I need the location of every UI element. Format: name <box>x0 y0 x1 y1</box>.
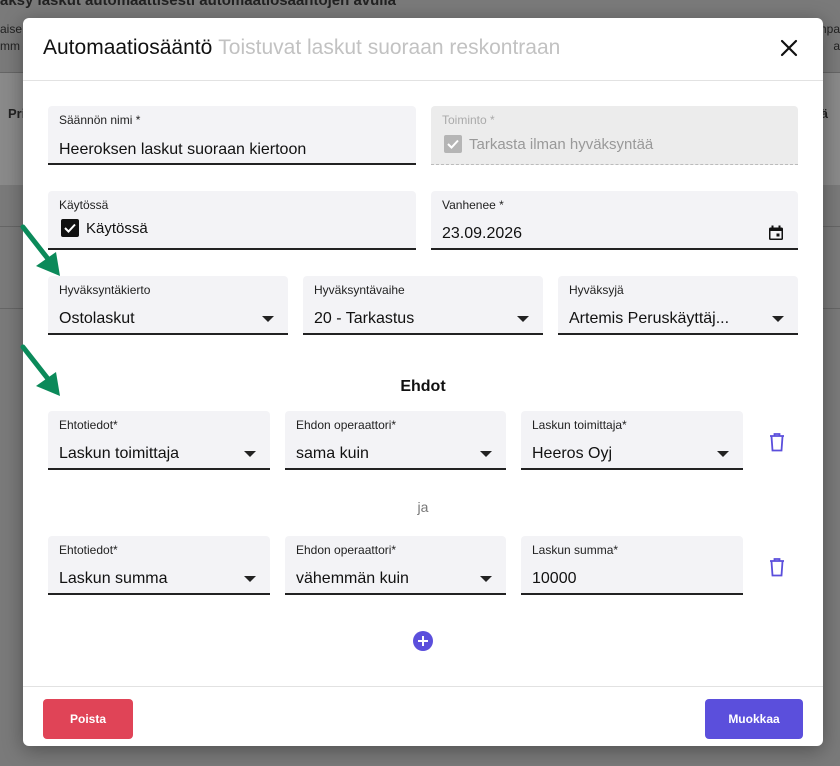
condition-value-value: 10000 <box>532 570 577 587</box>
condition-operator-select[interactable]: Ehdon operaattori* vähemmän kuin <box>285 536 506 595</box>
condition-field-select[interactable]: Ehtotiedot* Laskun summa <box>48 536 270 595</box>
trash-icon[interactable] <box>768 432 786 452</box>
approver-value: Artemis Peruskäyttäj... <box>569 310 730 327</box>
condition-field-value: Laskun toimittaja <box>59 445 180 462</box>
expires-date-field[interactable]: Vanhenee * 23.09.2026 <box>431 191 798 250</box>
background-text: mm <box>0 39 20 53</box>
enabled-checkbox-label: Käytössä <box>86 220 148 237</box>
delete-button[interactable]: Poista <box>43 699 133 739</box>
condition-value-value: Heeros Oyj <box>532 445 613 462</box>
rule-name-label: Säännön nimi * <box>59 113 141 127</box>
dialog-title: Automaatiosääntö Toistuvat laskut suoraan… <box>43 36 560 60</box>
condition-value-label: Laskun toimittaja* <box>532 418 627 432</box>
calendar-icon[interactable] <box>768 225 784 241</box>
dialog-footer: Poista Muokkaa <box>23 686 823 746</box>
background-heading: äksy laskut automaattisesti automaatiosä… <box>0 0 396 9</box>
expires-value: 23.09.2026 <box>442 225 523 242</box>
condition-operator-select[interactable]: Ehdon operaattori* sama kuin <box>285 411 506 470</box>
rule-name-value: Heeroksen laskut suoraan kiertoon <box>59 141 307 158</box>
approval-step-label: Hyväksyntävaihe <box>314 283 405 297</box>
action-checkbox-label: Tarkasta ilman hyväksyntää <box>469 136 654 153</box>
chevron-down-icon <box>262 316 274 322</box>
condition-field-select[interactable]: Ehtotiedot* Laskun toimittaja <box>48 411 270 470</box>
dialog-title-text: Automaatiosääntö <box>43 36 213 59</box>
chevron-down-icon <box>244 451 256 457</box>
condition-value-label: Laskun summa* <box>532 543 619 557</box>
chevron-down-icon <box>772 316 784 322</box>
action-field: Toiminto * Tarkasta ilman hyväksyntää <box>431 106 798 165</box>
condition-operator-label: Ehdon operaattori* <box>296 543 397 557</box>
background-text: a <box>833 39 840 53</box>
trash-icon[interactable] <box>768 557 786 577</box>
chevron-down-icon <box>717 451 729 457</box>
condition-operator-label: Ehdon operaattori* <box>296 418 397 432</box>
approval-flow-value: Ostolaskut <box>59 310 135 327</box>
chevron-down-icon <box>480 451 492 457</box>
condition-field-label: Ehtotiedot* <box>59 543 118 557</box>
action-label: Toiminto * <box>442 113 495 127</box>
dialog-header: Automaatiosääntö Toistuvat laskut suoraan… <box>23 18 823 81</box>
dialog-subtitle: Toistuvat laskut suoraan reskontraan <box>218 36 561 59</box>
close-icon[interactable] <box>777 36 801 60</box>
condition-field-value: Laskun summa <box>59 570 168 587</box>
background-text: aise <box>0 22 23 36</box>
condition-connector: ja <box>417 499 429 515</box>
add-condition-button[interactable] <box>413 631 433 651</box>
annotation-arrow-icon <box>20 344 66 405</box>
conditions-title: Ehdot <box>400 378 446 395</box>
condition-value-select[interactable]: Laskun toimittaja* Heeros Oyj <box>521 411 743 470</box>
condition-operator-value: vähemmän kuin <box>296 570 409 587</box>
action-checkbox <box>444 135 462 153</box>
chevron-down-icon <box>244 576 256 582</box>
annotation-arrow-icon <box>20 224 66 285</box>
rule-name-field[interactable]: Säännön nimi * Heeroksen laskut suoraan … <box>48 106 416 165</box>
approval-flow-select[interactable]: Hyväksyntäkierto Ostolaskut <box>48 276 288 335</box>
condition-field-label: Ehtotiedot* <box>59 418 118 432</box>
approver-select[interactable]: Hyväksyjä Artemis Peruskäyttäj... <box>558 276 798 335</box>
chevron-down-icon <box>480 576 492 582</box>
enabled-field: Käytössä Käytössä <box>48 191 416 250</box>
approval-step-value: 20 - Tarkastus <box>314 310 415 327</box>
automation-rule-dialog: Automaatiosääntö Toistuvat laskut suoraan… <box>23 18 823 746</box>
expires-label: Vanhenee * <box>442 198 504 212</box>
chevron-down-icon <box>517 316 529 322</box>
condition-operator-value: sama kuin <box>296 445 369 462</box>
condition-value-input[interactable]: Laskun summa* 10000 <box>521 536 743 595</box>
approval-flow-label: Hyväksyntäkierto <box>59 283 151 297</box>
approval-step-select[interactable]: Hyväksyntävaihe 20 - Tarkastus <box>303 276 543 335</box>
edit-button[interactable]: Muokkaa <box>705 699 803 739</box>
enabled-label: Käytössä <box>59 198 109 212</box>
approver-label: Hyväksyjä <box>569 283 624 297</box>
